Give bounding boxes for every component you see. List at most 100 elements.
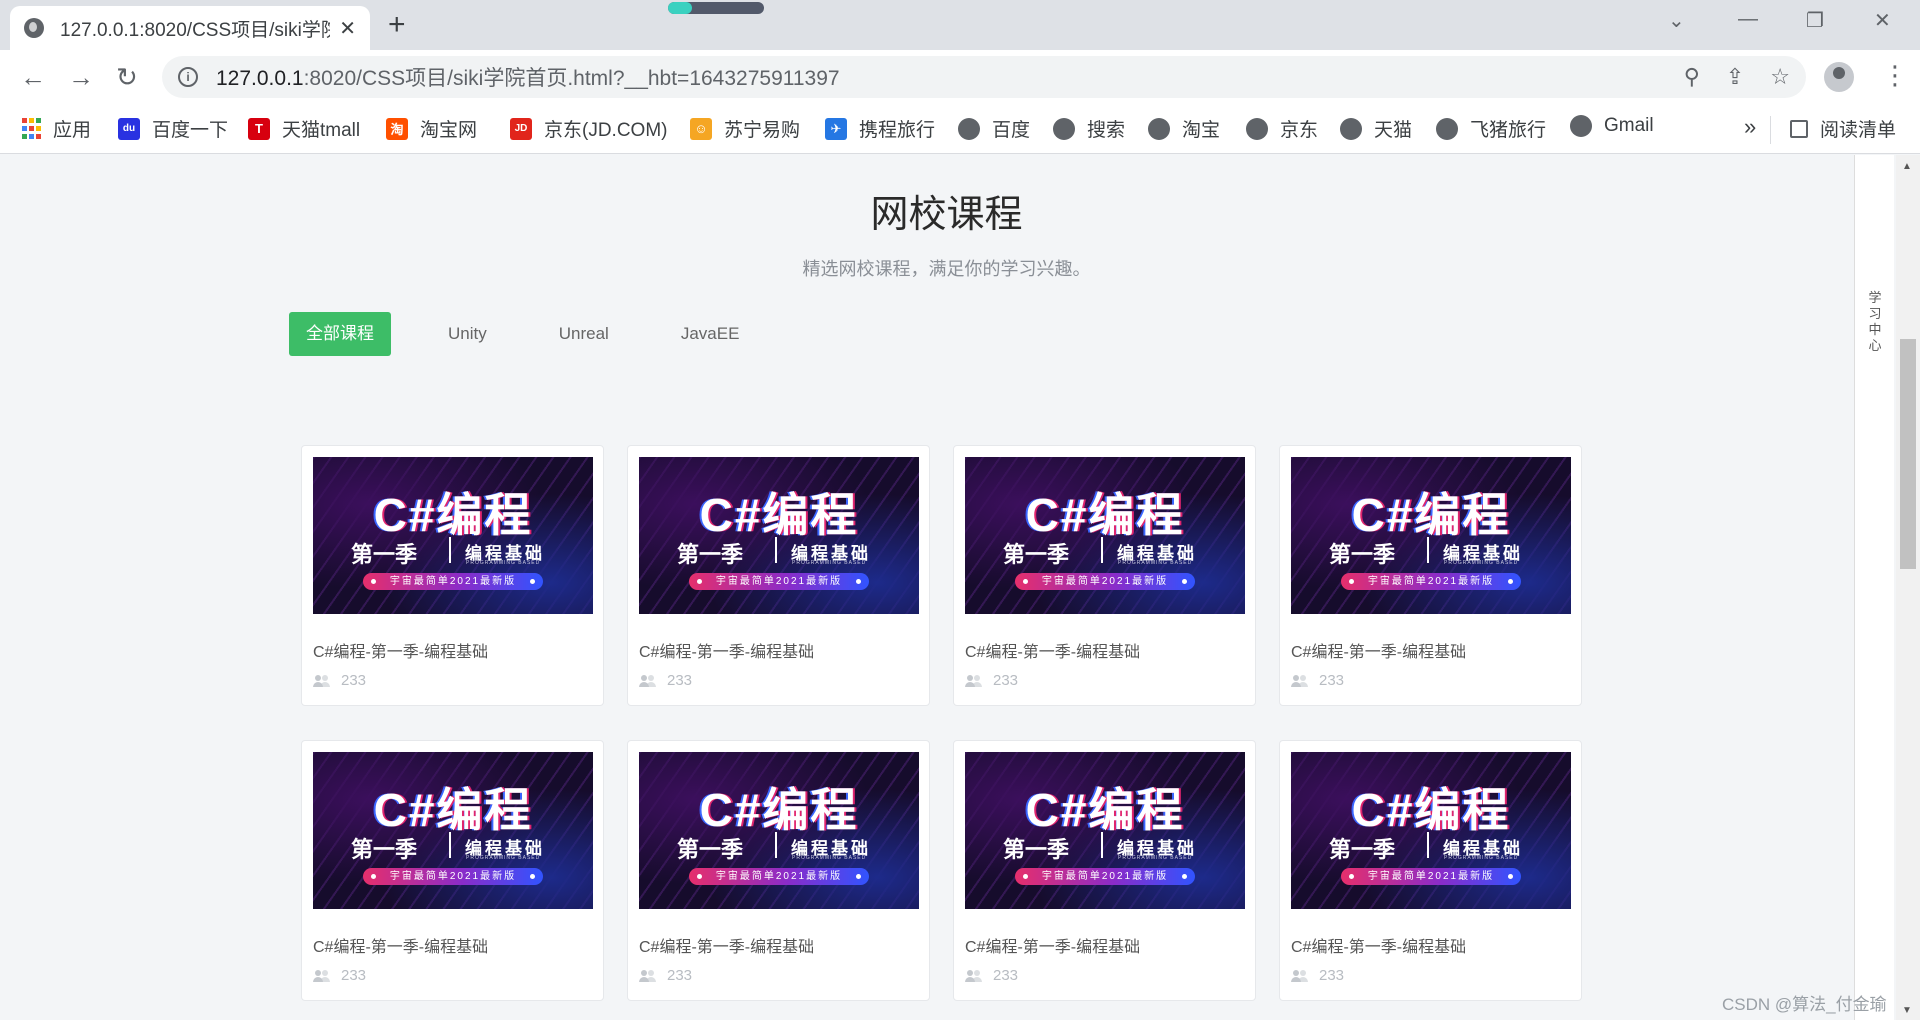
course-thumbnail[interactable]: C#编程 第一季 编程基础 PROGRAMMING BASED 宇宙最简单2021最新版 [1291, 457, 1571, 614]
site-info-icon[interactable]: i [178, 67, 198, 87]
course-thumbnail[interactable]: C#编程 第一季 编程基础 PROGRAMMING BASED 宇宙最简单2021最新版 [313, 752, 593, 909]
tab-search-chevron-icon[interactable]: ⌄ [1668, 8, 1685, 33]
course-meta: 233 [313, 967, 592, 984]
tmall-icon: T [248, 117, 270, 140]
thumbnail-season: 第一季 [1003, 837, 1070, 862]
course-name[interactable]: C#编程-第一季-编程基础 [639, 638, 918, 662]
profile-avatar[interactable] [1824, 62, 1854, 92]
share-icon[interactable]: ⇪ [1726, 64, 1744, 90]
bookmark-item[interactable]: 应用 [22, 115, 91, 142]
bookmark-item[interactable]: ✈ 携程旅行 [825, 115, 935, 142]
student-count: 233 [993, 967, 1019, 984]
ctrip-icon: ✈ [825, 117, 847, 140]
course-card[interactable]: C#编程 第一季 编程基础 PROGRAMMING BASED 宇宙最简单2021最新版… [301, 445, 604, 706]
course-card[interactable]: C#编程 第一季 编程基础 PROGRAMMING BASED 宇宙最简单2021最新版… [627, 740, 930, 1001]
zoom-icon[interactable]: ⚲ [1684, 64, 1700, 90]
course-name[interactable]: C#编程-第一季-编程基础 [639, 933, 918, 957]
minimize-button[interactable]: — [1738, 8, 1758, 31]
bookmark-item[interactable]: 飞猪旅行 [1436, 115, 1546, 142]
filter-tab[interactable]: Unreal [542, 312, 626, 356]
bookmark-item[interactable]: du 百度一下 [118, 115, 228, 142]
filter-tab[interactable]: JavaEE [664, 312, 757, 356]
thumbnail-headline: C#编程 [373, 489, 533, 541]
thumbnail-topic-en: PROGRAMMING BASED [1118, 855, 1193, 861]
close-window-button[interactable]: ✕ [1874, 8, 1891, 33]
course-thumbnail[interactable]: C#编程 第一季 编程基础 PROGRAMMING BASED 宇宙最简单2021最新版 [965, 457, 1245, 614]
globe-icon [1053, 117, 1075, 140]
bookmark-star-icon[interactable]: ☆ [1770, 64, 1790, 90]
course-card[interactable]: C#编程 第一季 编程基础 PROGRAMMING BASED 宇宙最简单2021最新版… [953, 445, 1256, 706]
course-thumbnail[interactable]: C#编程 第一季 编程基础 PROGRAMMING BASED 宇宙最简单2021最新版 [965, 752, 1245, 909]
thumbnail-season: 第一季 [1329, 837, 1396, 862]
reading-list-button[interactable]: 阅读清单 [1790, 115, 1896, 142]
course-name[interactable]: C#编程-第一季-编程基础 [965, 638, 1244, 662]
course-card[interactable]: C#编程 第一季 编程基础 PROGRAMMING BASED 宇宙最简单2021最新版… [953, 740, 1256, 1001]
course-thumbnail[interactable]: C#编程 第一季 编程基础 PROGRAMMING BASED 宇宙最简单2021最新版 [313, 457, 593, 614]
bookmark-label: 京东 [1280, 120, 1319, 141]
page-scrollbar[interactable]: ▲ ▼ [1896, 155, 1920, 1020]
course-name[interactable]: C#编程-第一季-编程基础 [313, 638, 592, 662]
scroll-up-arrow-icon[interactable]: ▲ [1902, 161, 1912, 172]
course-name[interactable]: C#编程-第一季-编程基础 [1291, 638, 1570, 662]
course-meta: 233 [313, 672, 592, 689]
thumbnail-season: 第一季 [351, 837, 418, 862]
forward-button[interactable]: → [68, 62, 94, 93]
bookmark-item[interactable]: ☺ 苏宁易购 [690, 115, 800, 142]
users-icon [1291, 969, 1309, 982]
tab-strip: 127.0.0.1:8020/CSS项目/siki学院 ✕ + ⌄ — ❐ ✕ [0, 0, 1920, 50]
jd-icon: JD [510, 117, 532, 140]
new-tab-button[interactable]: + [388, 10, 406, 40]
bookmark-label: 携程旅行 [859, 120, 936, 141]
thumbnail-topic-en: PROGRAMMING BASED [1444, 560, 1519, 566]
thumbnail-headline: C#编程 [699, 489, 859, 541]
course-thumbnail[interactable]: C#编程 第一季 编程基础 PROGRAMMING BASED 宇宙最简单2021最新版 [1291, 752, 1571, 909]
bookmark-item[interactable]: 京东 [1246, 115, 1318, 142]
bookmarks-overflow-button[interactable]: » [1744, 114, 1756, 140]
bookmark-item[interactable]: T 天猫tmall [248, 115, 360, 142]
bookmark-item[interactable]: 天猫 [1340, 115, 1412, 142]
scroll-down-arrow-icon[interactable]: ▼ [1902, 1005, 1912, 1016]
thumbnail-badge: 宇宙最简单2021最新版 [689, 573, 869, 590]
filter-tab[interactable]: 全部课程 [289, 312, 391, 356]
reading-list-label: 阅读清单 [1820, 120, 1897, 141]
bookmark-item[interactable]: JD 京东(JD.COM) [510, 115, 667, 142]
thumbnail-badge: 宇宙最简单2021最新版 [1015, 868, 1195, 885]
course-filter-tabs: 全部课程 Unity Unreal JavaEE [289, 312, 794, 356]
student-count: 233 [667, 672, 693, 689]
course-name[interactable]: C#编程-第一季-编程基础 [1291, 933, 1570, 957]
student-count: 233 [667, 967, 693, 984]
taobao-icon: 淘 [386, 117, 408, 140]
study-center-sidebar[interactable]: 学习中心 [1854, 155, 1894, 1020]
close-tab-icon[interactable]: ✕ [339, 16, 356, 41]
thumbnail-divider [1427, 537, 1429, 563]
course-name[interactable]: C#编程-第一季-编程基础 [965, 933, 1244, 957]
address-bar[interactable]: i 127.0.0.1:8020/CSS项目/siki学院首页.html?__h… [162, 56, 1806, 98]
course-card[interactable]: C#编程 第一季 编程基础 PROGRAMMING BASED 宇宙最简单2021最新版… [1279, 445, 1582, 706]
thumbnail-divider [775, 537, 777, 563]
users-icon [639, 969, 657, 982]
loading-progress-bar [668, 2, 764, 14]
reload-button[interactable]: ↻ [116, 62, 138, 93]
course-card[interactable]: C#编程 第一季 编程基础 PROGRAMMING BASED 宇宙最简单2021最新版… [301, 740, 604, 1001]
bookmark-item[interactable]: 淘淘宝网 [386, 115, 477, 142]
back-button[interactable]: ← [20, 62, 46, 93]
bookmark-item[interactable]: 百度 [958, 115, 1030, 142]
bookmark-item[interactable]: 搜索 [1053, 115, 1125, 142]
thumbnail-topic-en: PROGRAMMING BASED [466, 855, 541, 861]
restore-button[interactable]: ❐ [1806, 8, 1824, 33]
browser-tab[interactable]: 127.0.0.1:8020/CSS项目/siki学院 ✕ [10, 6, 370, 50]
filter-tab[interactable]: Unity [431, 312, 504, 356]
bookmark-item[interactable]: Gmail [1570, 115, 1654, 137]
course-thumbnail[interactable]: C#编程 第一季 编程基础 PROGRAMMING BASED 宇宙最简单2021最新版 [639, 457, 919, 614]
course-card[interactable]: C#编程 第一季 编程基础 PROGRAMMING BASED 宇宙最简单2021最新版… [627, 445, 930, 706]
student-count: 233 [993, 672, 1019, 689]
course-name[interactable]: C#编程-第一季-编程基础 [313, 933, 592, 957]
bookmark-item[interactable]: 淘宝 [1148, 115, 1220, 142]
thumbnail-topic-en: PROGRAMMING BASED [1444, 855, 1519, 861]
thumbnail-topic-en: PROGRAMMING BASED [1118, 560, 1193, 566]
url-text[interactable]: 127.0.0.1:8020/CSS项目/siki学院首页.html?__hbt… [216, 62, 840, 92]
menu-kebab-icon[interactable]: ⋮ [1882, 60, 1908, 91]
course-card[interactable]: C#编程 第一季 编程基础 PROGRAMMING BASED 宇宙最简单2021最新版… [1279, 740, 1582, 1001]
scrollbar-thumb[interactable] [1900, 339, 1916, 569]
course-thumbnail[interactable]: C#编程 第一季 编程基础 PROGRAMMING BASED 宇宙最简单2021最新版 [639, 752, 919, 909]
